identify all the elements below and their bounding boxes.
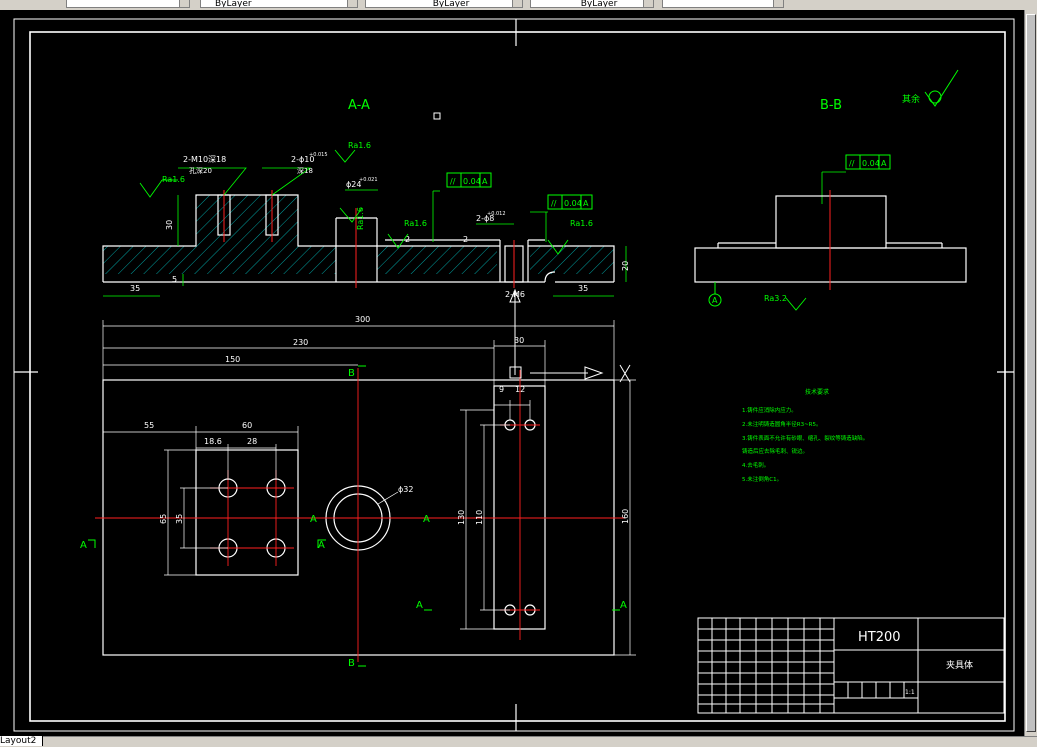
datum-a-label: A <box>712 296 718 305</box>
plan-dim-110: 110 <box>475 510 484 525</box>
section-bb-title: B-B <box>820 98 842 113</box>
aa-holes-label: 2-M10深18 <box>183 155 226 164</box>
plan-dim-18-6: 18.6 <box>204 437 222 446</box>
aa-dim-35-right: 35 <box>578 284 588 293</box>
tolerance-frame-aa-right: // 0.04 A <box>547 194 593 210</box>
aa-holes-sub: 孔深20 <box>189 166 212 175</box>
lineweight-combo-value: ByLayer <box>580 0 618 8</box>
section-bb-view: A <box>694 190 967 307</box>
aa-dim-30: 30 <box>165 220 174 230</box>
lineweight-combo[interactable]: ByLayer <box>530 0 654 8</box>
ra32: Ra3.2 <box>764 294 787 303</box>
plan-dim-60: 60 <box>242 421 252 430</box>
view-direction-arrow <box>509 288 631 383</box>
layer-combo-arrow-icon[interactable] <box>179 0 189 7</box>
mark-a-3: A <box>310 514 317 525</box>
drawing-canvas[interactable]: A-A B-B 其余 35 35 30 20 5 2 2 2-M10深18 孔深… <box>0 10 1024 736</box>
roughness-other-symbol <box>924 69 959 107</box>
linetype-combo-value: ByLayer <box>432 0 470 8</box>
mark-a-2: A <box>318 540 325 551</box>
tech-item-6: 5.未注倒角C1。 <box>742 475 782 483</box>
aa-dim-35-left: 35 <box>130 284 140 293</box>
mark-b-2: B <box>348 658 355 669</box>
tol-aa-left-sym: // <box>450 177 456 186</box>
tech-item-4: 铸造后应去除毛刺、锐边。 <box>742 447 808 455</box>
tol-bb-val: 0.04 <box>862 159 880 168</box>
plan-dim-12: 12 <box>515 385 525 394</box>
linetype-combo-arrow-icon[interactable] <box>512 0 522 7</box>
plan-dim-300: 300 <box>355 315 370 324</box>
color-combo-arrow-icon[interactable] <box>347 0 357 7</box>
ra16-a: Ra1.6 <box>162 175 185 184</box>
centering-marks <box>14 19 1014 731</box>
section-aa-view: 35 35 30 20 5 2 2 2-M10深18 孔深20 2-ϕ10 +0… <box>102 152 846 299</box>
drawing-svg: A-A B-B 其余 35 35 30 20 5 2 2 2-M10深18 孔深… <box>13 18 1015 732</box>
part-name-label: 夹具体 <box>946 659 973 671</box>
tech-title: 技术要求 <box>805 388 829 396</box>
mark-a-1: A <box>80 540 87 551</box>
plan-dim-130: 130 <box>457 510 466 525</box>
aa-pin-tol: +0.015 <box>309 152 328 158</box>
tol-aa-right-val: 0.04 <box>564 199 582 208</box>
plotstyle-combo-arrow-icon[interactable] <box>773 0 783 7</box>
tech-requirements: 技术要求 1.铸件应消除内应力。 2.未注明铸造圆角半径R3~R5。 3.铸件表… <box>742 388 868 483</box>
title-block: HT200 夹具体 1:1 <box>697 617 1005 714</box>
plan-phi32: ϕ32 <box>398 485 413 494</box>
vertical-scrollbar[interactable] <box>1024 10 1037 736</box>
scrollbar-thumb[interactable] <box>1026 14 1036 732</box>
tech-item-2: 2.未注明铸造圆角半径R3~R5。 <box>742 420 822 428</box>
tech-item-3: 3.铸件表面不允许有砂眼、缩孔、裂纹等铸造缺陷。 <box>742 434 868 442</box>
tol-aa-right-ref: A <box>583 199 589 208</box>
plan-dim-35: 35 <box>175 514 184 524</box>
color-combo[interactable]: ByLayer <box>200 0 358 8</box>
tol-bb-sym: // <box>849 159 855 168</box>
plotstyle-combo[interactable] <box>662 0 784 8</box>
tolerance-frame-aa-left: // 0.04 A <box>446 172 492 188</box>
aa-dim-5: 5 <box>172 275 177 284</box>
pick-box-icon <box>433 112 441 120</box>
mark-a-4: A <box>423 514 430 525</box>
tab-layout2[interactable]: Layout2 <box>0 736 44 746</box>
lineweight-combo-arrow-icon[interactable] <box>643 0 653 7</box>
aa-slot-tol: +0.012 <box>487 211 506 217</box>
layer-combo[interactable] <box>66 0 190 8</box>
ra16-d: Ra1.6 <box>404 219 427 228</box>
plan-dim-230: 230 <box>293 338 308 347</box>
aa-pin-sub: 深18 <box>297 166 313 175</box>
other-finish-label: 其余 <box>902 93 920 105</box>
tol-aa-left-val: 0.04 <box>463 177 481 186</box>
aa-dim-2b: 2 <box>463 235 468 244</box>
outer-frame <box>13 18 1015 732</box>
plan-dim-28: 28 <box>247 437 257 446</box>
ra16-e: Ra1.6 <box>570 219 593 228</box>
plan-dim-55: 55 <box>144 421 154 430</box>
aa-bore-tol: +0.021 <box>359 177 378 183</box>
linetype-combo[interactable]: ByLayer <box>365 0 523 8</box>
mark-a-6: A <box>620 600 627 611</box>
ra16-b: Ra1.6 <box>348 141 371 150</box>
scale-label: 1:1 <box>905 689 915 696</box>
tol-bb-ref: A <box>881 159 887 168</box>
aa-dim-2a: 2 <box>405 235 410 244</box>
mark-b-1: B <box>348 368 355 379</box>
plan-dim-65: 65 <box>159 514 168 524</box>
material-label: HT200 <box>858 630 901 645</box>
tolerance-frame-bb: // 0.04 A <box>845 154 891 170</box>
layout-tab-bar: Layout2 <box>0 736 1037 747</box>
mark-a-5: A <box>416 600 423 611</box>
tol-aa-right-sym: // <box>551 199 557 208</box>
tech-item-5: 4.去毛刺。 <box>742 461 769 469</box>
ra16-c: Ra1.6 <box>356 207 365 230</box>
tol-aa-left-ref: A <box>482 177 488 186</box>
plan-view: 300 230 150 30 9 12 55 60 18.6 28 65 35 … <box>80 288 636 669</box>
plan-dim-150: 150 <box>225 355 240 364</box>
section-aa-title: A-A <box>348 98 370 113</box>
plan-dim-9: 9 <box>499 385 504 394</box>
tech-item-1: 1.铸件应消除内应力。 <box>742 406 797 414</box>
plan-dim-30: 30 <box>514 336 524 345</box>
plan-dim-160: 160 <box>621 509 630 524</box>
color-combo-value: ByLayer <box>215 0 252 8</box>
aa-dim-20: 20 <box>621 261 630 271</box>
